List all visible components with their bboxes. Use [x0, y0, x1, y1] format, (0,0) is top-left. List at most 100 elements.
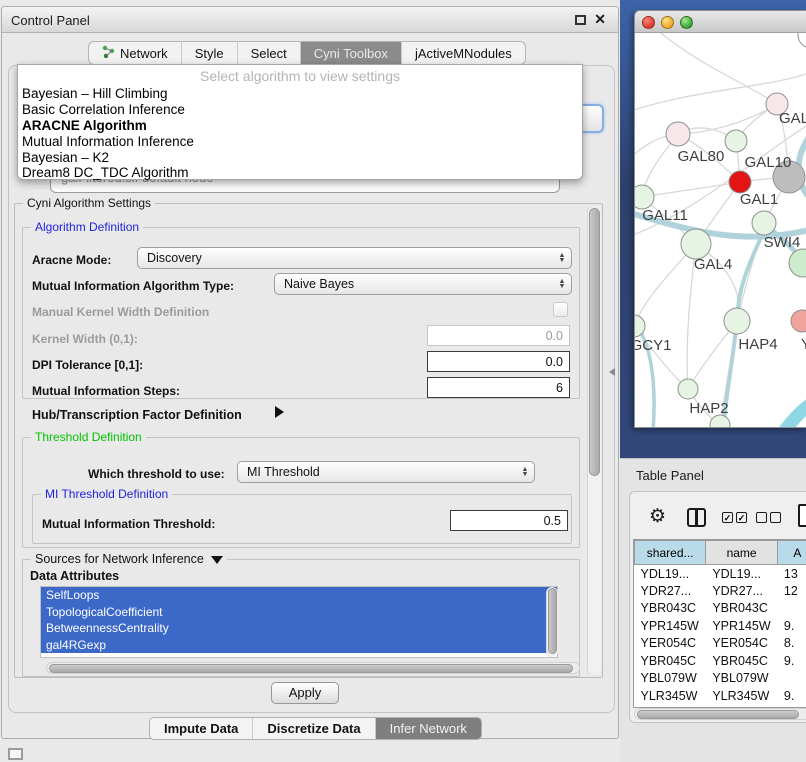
hub-definition-toggle[interactable]: Hub/Transcription Factor Definition: [32, 408, 242, 422]
tab-jactivemnodules[interactable]: jActiveMNodules: [402, 42, 525, 64]
cell[interactable]: YLR345W: [635, 687, 706, 705]
tab-cyni-toolbox[interactable]: Cyni Toolbox: [301, 42, 402, 64]
dpi-tolerance-field[interactable]: [427, 351, 570, 372]
network-nodes[interactable]: [635, 33, 806, 428]
dropdown-item[interactable]: Basic Correlation Inference: [22, 102, 185, 117]
cell[interactable]: YBR043C: [706, 600, 778, 618]
which-threshold-value: MI Threshold: [238, 465, 516, 479]
cell[interactable]: YER054C: [635, 635, 706, 653]
node: [798, 33, 806, 48]
network-canvas[interactable]: GAL GAL80 GAL10 GAL1 GAL11 SWI4 GAL4 GCY…: [635, 33, 806, 428]
column-header-shared-name[interactable]: shared...: [635, 541, 706, 565]
table-row[interactable]: YDL19...YDL19...13: [635, 565, 806, 583]
cell[interactable]: YPR145W: [635, 617, 706, 635]
tab-network[interactable]: Network: [89, 42, 182, 64]
document-icon[interactable]: [798, 504, 806, 527]
cell[interactable]: YLR345W: [706, 687, 778, 705]
table-row[interactable]: YDR27...YDR27...12: [635, 582, 806, 600]
close-traffic-light[interactable]: [642, 16, 655, 29]
cell[interactable]: 12: [777, 582, 806, 600]
list-scrollbar-thumb[interactable]: [548, 588, 557, 654]
cell[interactable]: YBR045C: [706, 652, 778, 670]
cell[interactable]: YBR043C: [635, 600, 706, 618]
cell[interactable]: YPR145W: [706, 617, 778, 635]
triangle-down-icon[interactable]: [211, 556, 223, 564]
cell[interactable]: 8.: [777, 635, 806, 653]
mi-type-combo[interactable]: Naive Bayes ▲▼: [274, 273, 572, 295]
table-row[interactable]: YBL079WYBL079W: [635, 670, 806, 688]
column-header-partial[interactable]: A: [777, 541, 806, 565]
list-item[interactable]: BetweennessCentrality: [41, 620, 557, 637]
tab-discretize-data[interactable]: Discretize Data: [253, 718, 375, 739]
triangle-right-icon[interactable]: [275, 406, 284, 418]
cell[interactable]: [777, 600, 806, 618]
columns-icon[interactable]: [687, 508, 706, 527]
settings-scrollbar[interactable]: [587, 206, 601, 675]
table-hscrollbar[interactable]: [634, 708, 806, 720]
cell[interactable]: YBL079W: [706, 670, 778, 688]
control-panel-titlebar[interactable]: Control Panel ✕: [2, 7, 618, 33]
tab-select[interactable]: Select: [238, 42, 301, 64]
tab-style[interactable]: Style: [182, 42, 238, 64]
cell[interactable]: [777, 670, 806, 688]
list-item[interactable]: TopologicalCoefficient: [41, 604, 557, 621]
dropdown-item[interactable]: Bayesian – K2: [22, 150, 109, 165]
mi-threshold-field[interactable]: [450, 510, 568, 531]
manual-kernel-checkbox[interactable]: [553, 302, 568, 317]
float-window-icon[interactable]: [575, 15, 586, 25]
mi-steps-field[interactable]: [427, 377, 570, 398]
cell[interactable]: 9.: [777, 617, 806, 635]
node-table[interactable]: shared... name A YDL19...YDL19...13 YDR2…: [634, 540, 806, 708]
checked-pair-icon[interactable]: ✓ ✓: [722, 512, 747, 523]
table-row[interactable]: YBR045CYBR045C9.: [635, 652, 806, 670]
cell[interactable]: 13: [777, 565, 806, 583]
tab-impute-data[interactable]: Impute Data: [150, 718, 253, 739]
which-threshold-combo[interactable]: MI Threshold ▲▼: [237, 461, 535, 483]
table-row[interactable]: YLR345WYLR345W9.: [635, 687, 806, 705]
data-attributes-list[interactable]: SelfLoops TopologicalCoefficient Between…: [40, 586, 558, 658]
dropdown-item-aracne[interactable]: ARACNE Algorithm: [22, 118, 147, 133]
cell[interactable]: YDL19...: [706, 565, 778, 583]
table-row[interactable]: YER054CYER054C8.: [635, 635, 806, 653]
dropdown-item[interactable]: Dream8 DC_TDC Algorithm: [22, 165, 189, 180]
apply-button[interactable]: Apply: [271, 682, 339, 704]
unchecked-pair-icon[interactable]: [756, 512, 781, 523]
sources-group-title[interactable]: Sources for Network Inference: [31, 552, 227, 566]
cell[interactable]: YDR27...: [635, 582, 706, 600]
mi-threshold-label: Mutual Information Threshold:: [42, 517, 215, 531]
table-header-row[interactable]: shared... name A: [635, 541, 806, 565]
network-window-titlebar[interactable]: [635, 11, 806, 33]
column-header-name[interactable]: name: [706, 541, 778, 565]
list-hscrollbar-thumb[interactable]: [49, 664, 573, 673]
cell[interactable]: YDR27...: [706, 582, 778, 600]
cell[interactable]: 9.: [777, 652, 806, 670]
list-scrollbar[interactable]: [546, 587, 558, 657]
network-view-window[interactable]: GAL GAL80 GAL10 GAL1 GAL11 SWI4 GAL4 GCY…: [634, 10, 806, 428]
table-row[interactable]: YBR043CYBR043C: [635, 600, 806, 618]
list-item[interactable]: gal4RGexp: [41, 637, 557, 654]
manual-kernel-label: Manual Kernel Width Definition: [32, 305, 209, 319]
mi-type-value: Naive Bayes: [275, 277, 553, 291]
cell[interactable]: YBR045C: [635, 652, 706, 670]
cell[interactable]: YER054C: [706, 635, 778, 653]
cell[interactable]: YBL079W: [635, 670, 706, 688]
table-hscrollbar-thumb[interactable]: [637, 710, 799, 719]
zoom-traffic-light[interactable]: [680, 16, 693, 29]
collapsed-panel-icon[interactable]: [8, 748, 23, 760]
list-item[interactable]: SelfLoops: [41, 587, 557, 604]
dropdown-item[interactable]: Mutual Information Inference: [22, 134, 194, 149]
tab-infer-network[interactable]: Infer Network: [376, 718, 481, 739]
close-icon[interactable]: ✕: [594, 11, 606, 28]
cell[interactable]: YDL19...: [635, 565, 706, 583]
panel-divider-arrow[interactable]: [609, 368, 615, 376]
cell[interactable]: 9.: [777, 687, 806, 705]
kernel-width-field[interactable]: [427, 325, 570, 346]
list-hscrollbar[interactable]: [46, 662, 580, 674]
aracne-mode-combo[interactable]: Discovery ▲▼: [137, 247, 572, 269]
settings-scrollbar-thumb[interactable]: [589, 208, 600, 476]
dropdown-item[interactable]: Bayesian – Hill Climbing: [22, 86, 168, 101]
gear-icon[interactable]: ⚙: [649, 505, 666, 528]
table-row[interactable]: YPR145WYPR145W9.: [635, 617, 806, 635]
minimize-traffic-light[interactable]: [661, 16, 674, 29]
node-table-wrapper[interactable]: shared... name A YDL19...YDL19...13 YDR2…: [633, 539, 806, 708]
